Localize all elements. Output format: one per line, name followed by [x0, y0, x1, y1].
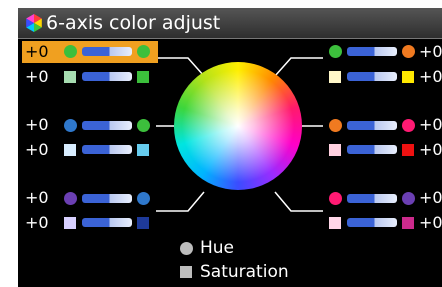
pink-dot-right	[329, 192, 342, 205]
blue-saturation-bar[interactable]	[82, 145, 132, 154]
light-pink-square	[329, 144, 341, 156]
green-square	[137, 71, 149, 83]
saturation-legend-icon	[180, 266, 192, 278]
green-saturation-bar[interactable]	[82, 72, 132, 81]
color-wheel	[174, 62, 302, 190]
blue-hue-bar[interactable]	[82, 121, 132, 130]
green-dot	[64, 45, 77, 58]
yellow-square	[402, 71, 414, 83]
magenta-square	[402, 217, 414, 229]
orange-dot-right	[329, 119, 342, 132]
green-hue-bar[interactable]	[82, 47, 132, 56]
orange-dot	[402, 45, 415, 58]
purple-hue-bar[interactable]	[82, 194, 132, 203]
light-purple-square	[64, 217, 76, 229]
saturation-legend-label: Saturation	[200, 262, 289, 282]
pink-hue-value[interactable]: +0	[419, 116, 442, 134]
pink-dot	[402, 119, 415, 132]
purple-saturation-bar[interactable]	[82, 218, 132, 227]
orange-hue-bar[interactable]	[347, 47, 397, 56]
purple-hue-value[interactable]: +0	[25, 189, 49, 207]
yellow-saturation-value[interactable]: +0	[419, 68, 442, 86]
red-saturation-value[interactable]: +0	[419, 141, 442, 159]
blue-saturation-value[interactable]: +0	[25, 141, 49, 159]
screen: 6-axis color adjust +0 +0 +0 +0 +0 +0 +0…	[18, 8, 442, 287]
purple-hue-bar-right[interactable]	[347, 194, 397, 203]
pink-hue-bar[interactable]	[347, 121, 397, 130]
red-square	[402, 144, 414, 156]
hue-legend-label: Hue	[200, 238, 235, 258]
light-blue-square	[64, 144, 76, 156]
blue-hue-value[interactable]: +0	[25, 116, 49, 134]
orange-hue-value[interactable]: +0	[419, 43, 442, 61]
light-green-square	[64, 71, 76, 83]
red-saturation-bar[interactable]	[347, 145, 397, 154]
green-saturation-value[interactable]: +0	[25, 68, 49, 86]
green-hue-value[interactable]: +0	[25, 43, 49, 61]
dark-blue-square	[137, 217, 149, 229]
purple-saturation-value[interactable]: +0	[25, 214, 49, 232]
purple-dot-right	[402, 192, 415, 205]
green-target-dot-2	[137, 119, 150, 132]
purple-dot	[64, 192, 77, 205]
light-yellow-square	[329, 71, 341, 83]
blue-target-dot	[137, 192, 150, 205]
hue-legend-icon	[180, 242, 193, 255]
light-pink-square-2	[329, 217, 341, 229]
green-dot-right	[329, 45, 342, 58]
green-target-dot	[137, 45, 150, 58]
purple-hue-value-right[interactable]: +0	[419, 189, 442, 207]
cyan-square	[137, 144, 149, 156]
yellow-saturation-bar[interactable]	[347, 72, 397, 81]
blue-dot	[64, 119, 77, 132]
magenta-saturation-value[interactable]: +0	[419, 214, 442, 232]
magenta-saturation-bar[interactable]	[347, 218, 397, 227]
